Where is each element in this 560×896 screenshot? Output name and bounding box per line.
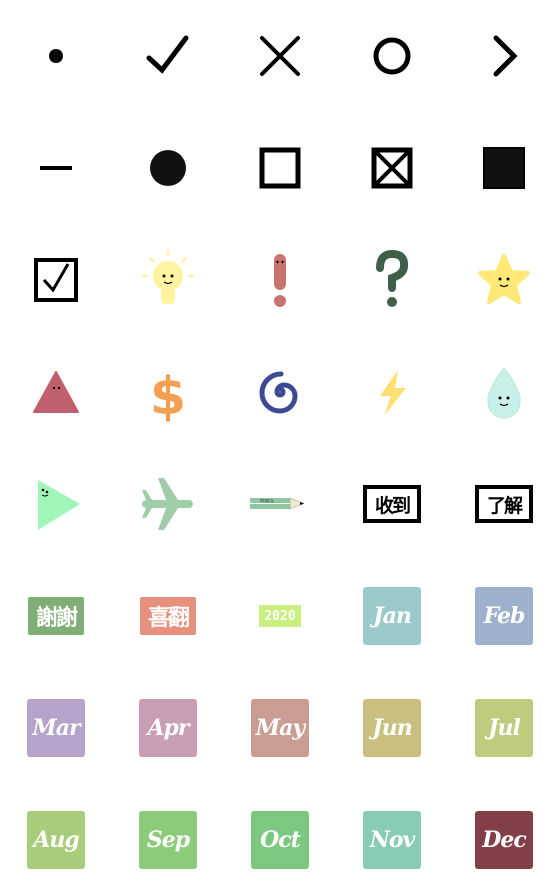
emoji-month-jul[interactable]: Jul bbox=[448, 672, 560, 784]
question-icon bbox=[376, 249, 409, 307]
cross-icon bbox=[260, 36, 300, 76]
spiral-icon bbox=[259, 371, 298, 414]
emoji-month-jun[interactable]: Jun bbox=[336, 672, 448, 784]
emoji-stamp-understood[interactable]: 了解 bbox=[448, 448, 560, 560]
emoji-lightbulb-icon[interactable] bbox=[112, 224, 224, 336]
star-icon bbox=[478, 254, 530, 304]
emoji-spiral-icon[interactable] bbox=[224, 336, 336, 448]
emoji-crossed-box-icon[interactable] bbox=[336, 112, 448, 224]
emoji-triangle-icon[interactable] bbox=[0, 336, 112, 448]
emoji-stamp-received[interactable]: 收到 bbox=[336, 448, 448, 560]
emoji-pencil-icon[interactable]: PENCIL bbox=[224, 448, 336, 560]
month-apr: Apr bbox=[139, 699, 197, 757]
emoji-question-icon[interactable] bbox=[336, 224, 448, 336]
airplane-icon bbox=[142, 478, 193, 530]
emoji-droplet-icon[interactable] bbox=[448, 336, 560, 448]
pencil-icon: PENCIL bbox=[250, 497, 305, 510]
emoji-filled-square-icon[interactable] bbox=[448, 112, 560, 224]
month-sep: Sep bbox=[139, 811, 197, 869]
check-icon bbox=[146, 35, 189, 74]
lightning-icon bbox=[380, 370, 406, 416]
month-nov: Nov bbox=[363, 811, 421, 869]
emoji-play-icon[interactable] bbox=[0, 448, 112, 560]
emoji-star-icon[interactable] bbox=[448, 224, 560, 336]
crossed-box-icon bbox=[371, 147, 413, 189]
emoji-stamp-happy[interactable]: 喜翻 bbox=[112, 560, 224, 672]
filled-square-icon bbox=[483, 147, 525, 189]
pencil-label: PENCIL bbox=[260, 499, 275, 504]
emoji-dollar-icon[interactable]: $ bbox=[112, 336, 224, 448]
emoji-stamp-year[interactable]: 2020 bbox=[224, 560, 336, 672]
play-icon bbox=[38, 480, 80, 530]
emoji-dot-icon[interactable] bbox=[0, 0, 112, 112]
emoji-month-dec[interactable]: Dec bbox=[448, 784, 560, 896]
emoji-circle-icon[interactable] bbox=[336, 0, 448, 112]
emoji-dash-icon[interactable] bbox=[0, 112, 112, 224]
dash-icon bbox=[40, 166, 72, 170]
emoji-month-feb[interactable]: Feb bbox=[448, 560, 560, 672]
emoji-month-aug[interactable]: Aug bbox=[0, 784, 112, 896]
emoji-check-icon[interactable] bbox=[112, 0, 224, 112]
emoji-exclamation-icon[interactable] bbox=[224, 224, 336, 336]
emoji-airplane-icon[interactable] bbox=[112, 448, 224, 560]
emoji-empty-square-icon[interactable] bbox=[224, 112, 336, 224]
stamp-thanks: 謝謝 bbox=[28, 597, 84, 635]
stamp-happy: 喜翻 bbox=[140, 597, 196, 635]
emoji-grid: $ PENCIL 收到 了解謝謝 喜翻 2020 Jan Feb Mar Apr May Jun Jul… bbox=[0, 0, 560, 896]
emoji-stamp-thanks[interactable]: 謝謝 bbox=[0, 560, 112, 672]
checked-box-icon bbox=[34, 258, 78, 302]
emoji-checked-box-icon[interactable] bbox=[0, 224, 112, 336]
emoji-chevron-right-icon[interactable] bbox=[448, 0, 560, 112]
empty-square-icon bbox=[259, 147, 301, 189]
month-aug: Aug bbox=[27, 811, 85, 869]
exclamation-icon bbox=[274, 254, 286, 307]
filled-circle-icon bbox=[150, 150, 186, 186]
emoji-month-jan[interactable]: Jan bbox=[336, 560, 448, 672]
emoji-filled-circle-icon[interactable] bbox=[112, 112, 224, 224]
month-jun: Jun bbox=[363, 699, 421, 757]
emoji-cross-icon[interactable] bbox=[224, 0, 336, 112]
month-dec: Dec bbox=[475, 811, 533, 869]
emoji-month-may[interactable]: May bbox=[224, 672, 336, 784]
emoji-month-nov[interactable]: Nov bbox=[336, 784, 448, 896]
droplet-icon bbox=[487, 367, 521, 419]
lightbulb-icon bbox=[142, 250, 194, 304]
month-may: May bbox=[251, 699, 309, 757]
stamp-year: 2020 bbox=[259, 605, 301, 627]
stamp-understood: 了解 bbox=[475, 485, 533, 523]
emoji-month-mar[interactable]: Mar bbox=[0, 672, 112, 784]
month-oct: Oct bbox=[251, 811, 309, 869]
dot-icon bbox=[49, 49, 63, 63]
emoji-month-sep[interactable]: Sep bbox=[112, 784, 224, 896]
emoji-lightning-icon[interactable] bbox=[336, 336, 448, 448]
emoji-month-apr[interactable]: Apr bbox=[112, 672, 224, 784]
emoji-month-oct[interactable]: Oct bbox=[224, 784, 336, 896]
month-feb: Feb bbox=[475, 587, 533, 645]
month-jul: Jul bbox=[475, 699, 533, 757]
svg-text:$: $ bbox=[150, 367, 186, 424]
chevron-right-icon bbox=[493, 35, 518, 77]
dollar-icon: $ bbox=[150, 367, 186, 424]
stamp-received: 收到 bbox=[363, 485, 421, 523]
circle-icon bbox=[373, 37, 411, 75]
month-mar: Mar bbox=[27, 699, 85, 757]
month-jan: Jan bbox=[363, 587, 421, 645]
triangle-icon bbox=[33, 371, 79, 413]
